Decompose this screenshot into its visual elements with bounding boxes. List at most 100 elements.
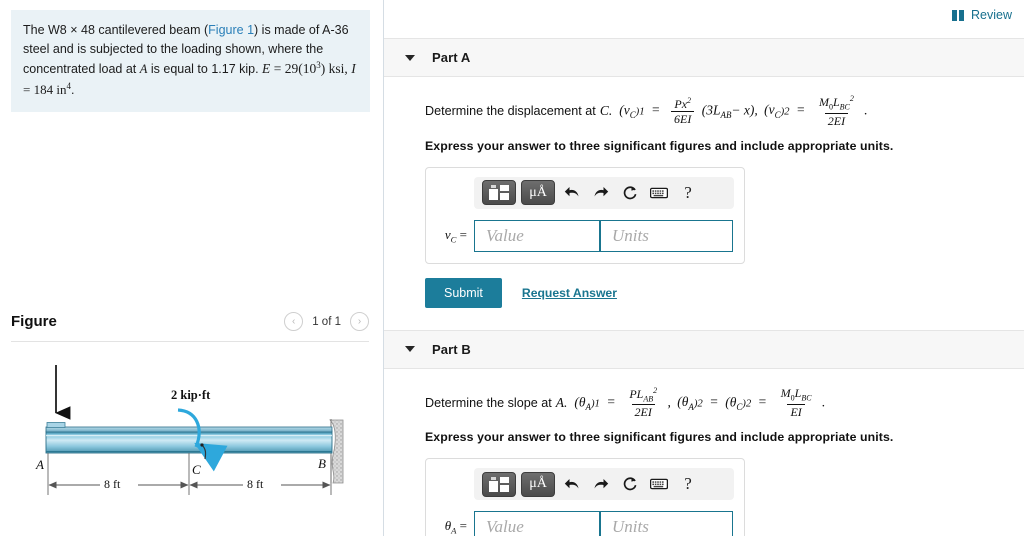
part-a-fraction-1: Px2 6EI [671,96,695,126]
chevron-down-icon[interactable] [405,54,415,61]
part-a-f1-num-text: Px [674,96,688,111]
chevron-down-icon[interactable] [405,346,415,353]
figure-next-icon[interactable]: › [350,312,369,331]
part-b-f-lhs2-idx: )2 [693,396,703,409]
part-b-f2-num-m: M [780,386,791,401]
label-c: C [192,462,201,477]
part-b-f1-num: PLAB2 [626,386,660,405]
part-b-prompt-text: Determine the slope at [425,395,552,410]
undo-arrow-icon[interactable] [560,472,584,496]
micro-angstrom-units-icon[interactable]: μÅ [521,180,555,206]
part-a-f-paren-end: − x), [731,102,758,118]
part-b-answer-eq: = [456,518,467,534]
part-b-prompt-var: A. [555,394,568,410]
problem-E-units: ) ksi, [320,61,348,77]
part-a-f2-num-l: L [832,95,840,109]
part-a-f2-num-lexp: 2 [849,94,854,103]
part-a-value-input[interactable]: Value [474,219,600,252]
part-b-section: Part B Determine the slope at A. (θA)1 =… [384,329,1024,536]
figure-1-link[interactable]: Figure 1 [208,23,254,37]
problem-E-symbol: E [262,61,271,77]
part-a-prompt: Determine the displacement at C. (vC)1 =… [425,77,1024,128]
problem-E-value: = 29(10 [273,61,317,77]
part-b-f1-den: 2EI [631,404,655,419]
part-a-f2-num-lsub: BC [839,102,850,112]
part-a-value-placeholder: Value [486,225,524,245]
figure-navigation: ‹ 1 of 1 › [284,312,369,331]
part-b-f1-num-text: PL [629,386,644,401]
part-b-units-input[interactable]: Units [600,511,733,536]
keyboard-icon[interactable] [647,181,671,205]
part-a-f2-num-m: M [818,95,829,109]
part-b-f-lhs3-idx: )2 [742,396,752,409]
part-a-request-answer-link[interactable]: Request Answer [522,286,617,300]
part-a-f1-num: Px2 [671,96,694,112]
beam-top-flange [45,426,333,433]
part-b-f2-num: M0LBC [778,387,815,404]
part-b-fraction-1: PLAB2 2EI [626,386,660,420]
figure-counter: 1 of 1 [312,315,341,328]
part-a-answer-eq: = [456,226,467,242]
part-a-units-input[interactable]: Units [600,219,733,252]
part-a-f-tail: . [864,102,868,118]
part-a-section: Part A Determine the displacement at C. … [384,38,1024,308]
part-a-f-eq: = [652,102,660,118]
part-b-body: Determine the slope at A. (θA)1 = PLAB2 … [384,369,1024,536]
keyboard-icon[interactable] [647,472,671,496]
dimension-label-right: 8 ft [247,477,264,491]
part-a-formula: (vC)1 = Px2 6EI (3LAB− x), (vC)2 = M0LBC… [619,94,868,128]
redo-arrow-icon[interactable] [589,472,613,496]
part-a-f2-num: M0LBC2 [816,94,857,113]
math-template-icon[interactable] [482,180,516,206]
part-b-f-lhs1: (θ [574,393,586,409]
part-b-answer-row: θA = Value Units [436,511,734,536]
part-a-f-lhs1: (v [619,102,630,118]
undo-arrow-icon[interactable] [560,181,584,205]
part-a-f-lhs1-idx: )1 [635,105,645,118]
part-b-f2-num-lsub: BC [801,393,812,403]
part-b-title: Part B [432,341,471,357]
part-a-submit-button[interactable]: Submit [425,277,502,308]
beam-diagram: 2 kip·ft C A B 8 ft 8 ft [0,355,384,515]
part-b-value-placeholder: Value [486,517,524,536]
problem-period: . [70,82,75,97]
part-b-fraction-2: M0LBC EI [778,387,815,419]
part-b-value-input[interactable]: Value [474,511,600,536]
part-b-f-lhs3: (θ [725,393,737,409]
math-template-icon[interactable] [482,471,516,497]
part-b-answer-label: θA = [436,518,474,536]
moment-label: 2 kip·ft [171,388,211,402]
part-b-f1-num-sub: AB [643,393,654,403]
part-a-fraction-2: M0LBC2 2EI [816,94,857,128]
beam-body [45,430,333,454]
problem-statement: The W8 × 48 cantilevered beam (Figure 1)… [11,10,370,112]
units-icon-label: μÅ [529,476,547,492]
problem-text-1: The W8 × 48 cantilevered beam ( [23,23,209,37]
help-question-icon[interactable]: ? [676,181,700,205]
part-a-f1-den: 6EI [671,111,695,126]
micro-angstrom-units-icon[interactable]: μÅ [521,471,555,497]
reset-circle-icon[interactable] [618,181,642,205]
part-b-f-lhs1-idx: )1 [590,396,600,409]
figure-prev-icon[interactable]: ‹ [284,312,304,331]
part-a-f-lhs2-idx: )2 [780,105,790,118]
redo-arrow-icon[interactable] [589,181,613,205]
part-a-f-paren: (3L [701,102,721,118]
part-a-prompt-text: Determine the displacement at [425,104,596,119]
help-question-icon[interactable]: ? [676,472,700,496]
part-a-header[interactable]: Part A [384,38,1024,77]
figure-header: Figure ‹ 1 of 1 › [11,312,369,331]
part-b-express: Express your answer to three significant… [425,430,894,445]
part-b-f-lhs2: (θ [677,393,689,409]
part-b-f-eq3: = [758,393,767,409]
review-link[interactable]: Review [952,8,1012,22]
part-b-prompt: Determine the slope at A. (θA)1 = PLAB2 … [425,369,1024,420]
part-b-header[interactable]: Part B [384,329,1024,369]
part-a-answer-box: μÅ ? vC = Value Units [425,166,745,264]
part-a-answer-row: vC = Value Units [436,219,734,252]
reset-circle-icon[interactable] [618,472,642,496]
right-panel: Review Part A Determine the displacement… [384,0,1024,536]
beam-diagram-svg: 2 kip·ft C A B 8 ft 8 ft [35,365,344,495]
problem-I-value: = 184 in [23,81,67,97]
dimension-label-left: 8 ft [104,477,121,491]
